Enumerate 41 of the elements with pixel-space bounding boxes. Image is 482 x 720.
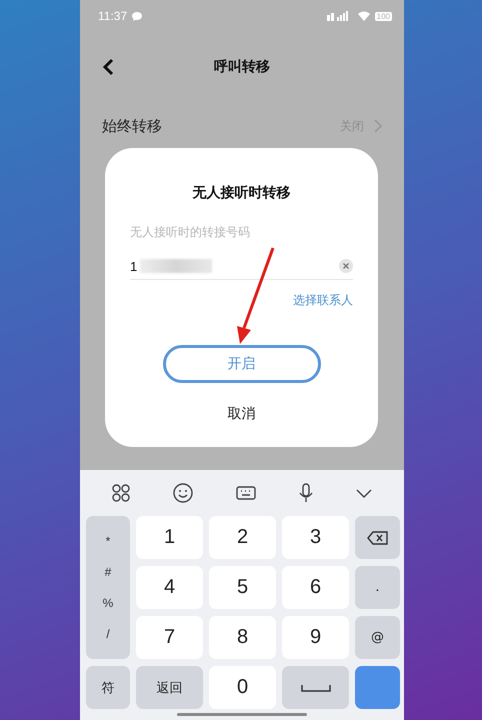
wifi-icon	[358, 11, 370, 21]
digit-key[interactable]: 8	[209, 616, 276, 659]
keyboard-icon[interactable]	[236, 486, 256, 500]
digit-key[interactable]: 0	[209, 666, 276, 709]
backspace-key[interactable]	[355, 516, 400, 559]
key[interactable]: @	[355, 616, 400, 659]
digit-key[interactable]: 3	[282, 516, 349, 559]
space-icon	[300, 684, 330, 692]
chat-bubble-icon	[132, 12, 142, 20]
apps-icon[interactable]	[112, 484, 130, 502]
microphone-icon[interactable]	[299, 483, 314, 503]
redaction-blur	[140, 259, 212, 273]
digit-key[interactable]: 1	[136, 516, 203, 559]
backspace-icon	[366, 530, 388, 544]
phone-number-field[interactable]: 1	[130, 258, 330, 274]
dialog-title: 无人接听时转移	[192, 184, 290, 202]
battery-level: 100	[374, 12, 392, 20]
collapse-icon[interactable]	[356, 488, 372, 498]
digit-key[interactable]: 9	[282, 616, 349, 659]
symbol-key[interactable]: #	[96, 565, 120, 580]
digit-key[interactable]: 7	[136, 616, 203, 659]
field-label: 无人接听时的转接号码	[130, 224, 250, 241]
digit-key[interactable]: 4	[136, 566, 203, 609]
symbol-key[interactable]: *	[98, 534, 118, 548]
setting-label: 始终转移	[102, 116, 162, 136]
cancel-button[interactable]: 取消	[218, 401, 266, 427]
key[interactable]: 符	[86, 666, 130, 709]
symbol-key[interactable]: /	[98, 626, 118, 641]
back-icon[interactable]	[102, 58, 114, 76]
clear-icon[interactable]	[339, 259, 353, 273]
key[interactable]: 返回	[136, 666, 203, 709]
symbol-key[interactable]: %	[94, 596, 122, 610]
key[interactable]: .	[355, 566, 400, 609]
smiley-icon[interactable]	[172, 483, 193, 503]
space-key[interactable]	[282, 666, 349, 709]
page-title: 呼叫转移	[213, 58, 271, 76]
digit-key[interactable]: 6	[282, 566, 349, 609]
digit-key[interactable]: 5	[209, 566, 276, 609]
chevron-right-icon	[374, 119, 382, 133]
status-time: 11:37	[98, 9, 128, 23]
digit-key[interactable]: 2	[209, 516, 276, 559]
